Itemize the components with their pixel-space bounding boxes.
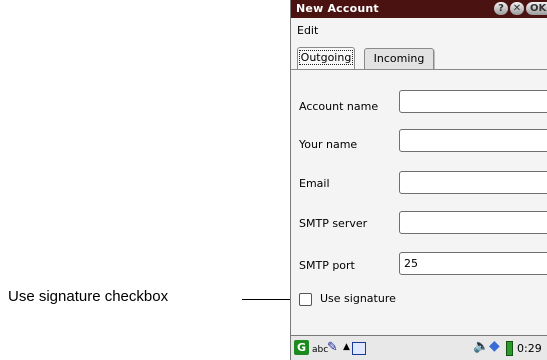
email-label: Email [299,177,330,190]
pen-icon[interactable]: ✎ [327,340,338,355]
smtp-port-input[interactable]: 25 [399,252,547,275]
your-name-input[interactable] [399,129,547,152]
taskbar: G abc ✎ ▲ 🔈 ◆ 0:29 [291,335,547,360]
device-screen: New Account ? ✕ OK Edit Outgoing Incomin… [290,0,547,360]
your-name-label: Your name [299,138,358,151]
tab-incoming-label: Incoming [373,52,425,65]
account-name-input[interactable] [399,90,547,113]
menu-edit[interactable]: Edit [297,24,318,37]
speaker-icon[interactable]: 🔈 [473,339,489,354]
account-name-label: Account name [299,100,379,113]
smtp-server-label: SMTP server [299,217,368,230]
close-button[interactable]: ✕ [510,2,524,15]
title-bar: New Account ? ✕ OK [291,0,547,18]
account-form: Account name Your name Email SMTP server… [291,70,547,335]
tab-outgoing[interactable]: Outgoing [297,47,355,70]
input-mode-indicator[interactable]: abc [312,345,328,355]
window-title: New Account [296,2,379,15]
menu-bar: Edit [291,18,547,43]
ok-button[interactable]: OK [526,2,547,15]
tab-incoming[interactable]: Incoming [364,48,434,69]
email-input[interactable] [399,171,547,194]
use-signature-checkbox[interactable] [299,293,312,306]
use-signature-label: Use signature [320,292,396,305]
smtp-port-label: SMTP port [299,259,355,272]
callout-label: Use signature checkbox [8,288,169,305]
smtp-server-input[interactable] [399,211,547,234]
start-icon[interactable]: G [294,340,309,355]
battery-icon [506,341,513,356]
callout-line [242,299,292,300]
tab-strip: Outgoing Incoming [291,43,547,70]
help-button[interactable]: ? [494,2,508,15]
window-icon[interactable] [352,342,366,355]
up-arrow-icon[interactable]: ▲ [343,342,350,352]
clock[interactable]: 0:29 [517,342,542,355]
network-icon[interactable]: ◆ [489,338,500,354]
tab-outgoing-label: Outgoing [298,50,354,65]
